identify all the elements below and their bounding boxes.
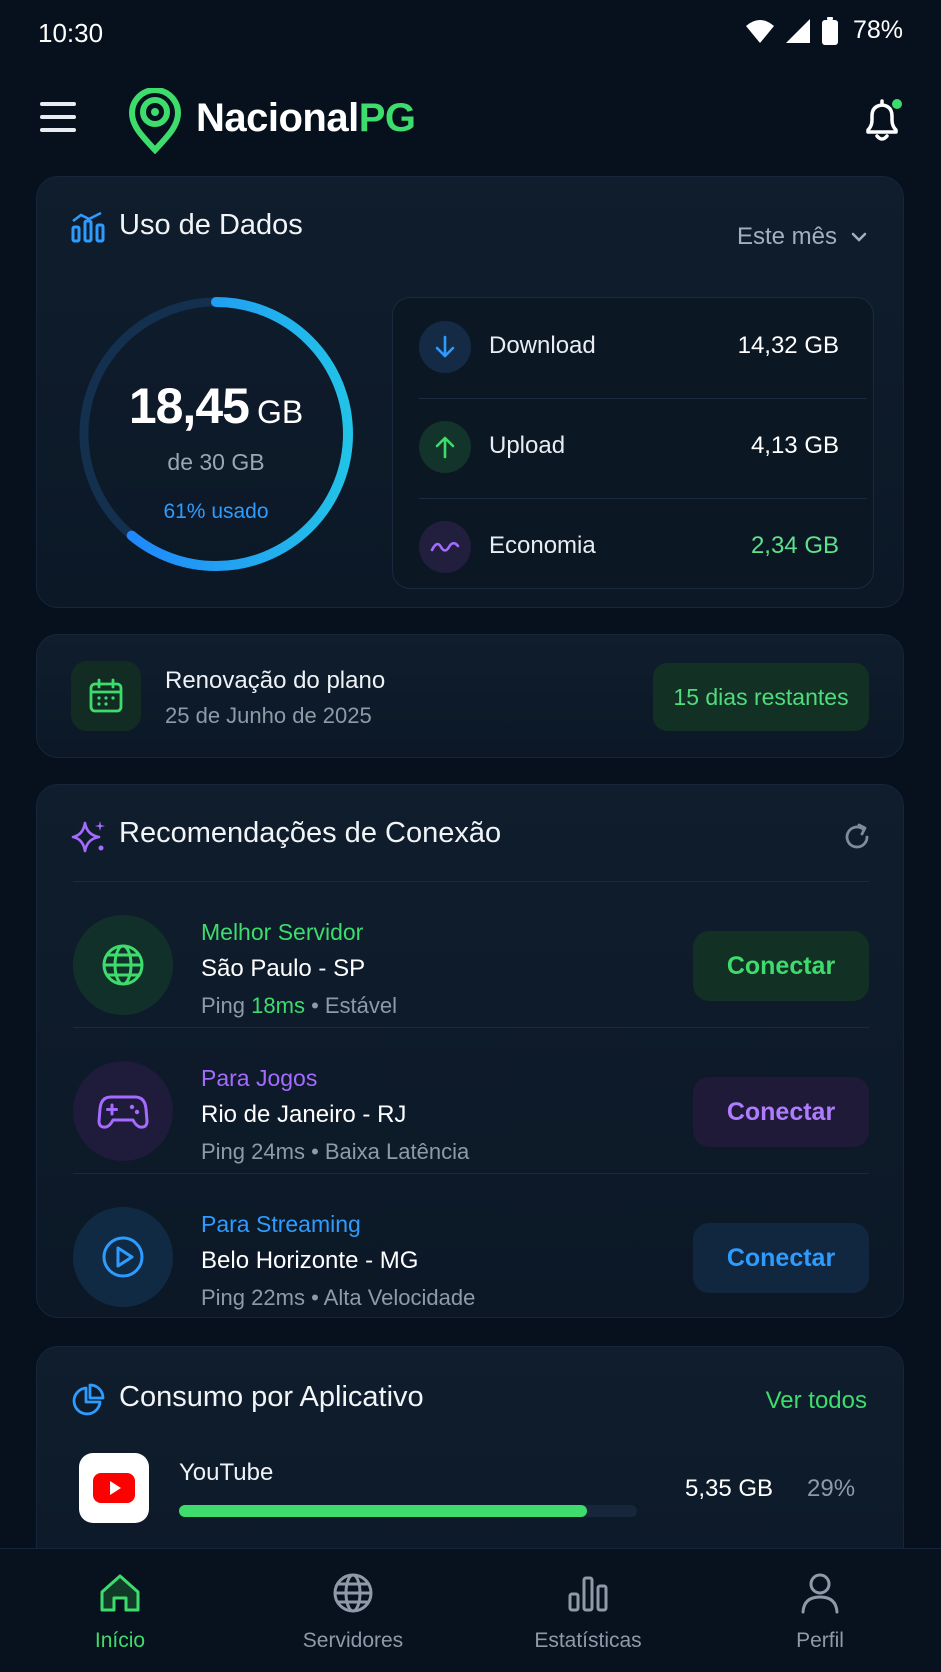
- refresh-icon[interactable]: [841, 821, 873, 853]
- download-icon: [419, 321, 471, 373]
- apps-title: Consumo por Aplicativo: [119, 1381, 424, 1413]
- status-icons: 78%: [745, 16, 903, 45]
- recommendation-meta: Ping 24ms • Baixa Latência: [201, 1139, 470, 1164]
- usage-stats-panel: Download 14,32 GB Upload 4,13 GB Economi…: [392, 297, 874, 589]
- percent-used: 61% usado: [163, 500, 269, 523]
- chevron-down-icon: [851, 232, 867, 242]
- play-icon: [73, 1207, 173, 1307]
- nav-label: Estatísticas: [534, 1629, 642, 1652]
- battery-icon: [821, 16, 838, 45]
- nav-label: Servidores: [302, 1629, 404, 1652]
- recommendation-streaming: Para Streaming Belo Horizonte - MG Ping …: [37, 1191, 905, 1335]
- user-icon: [801, 1573, 839, 1614]
- data-usage-card: Uso de Dados Este mês 18,45 GB de 30 GB 6…: [36, 176, 904, 608]
- globe-icon: [73, 915, 173, 1015]
- stat-label: Download: [489, 332, 596, 359]
- recommendation-city: São Paulo - SP: [201, 955, 366, 982]
- app-name: YouTube: [179, 1459, 274, 1486]
- gamepad-icon: [73, 1061, 173, 1161]
- stat-upload: Upload 4,13 GB: [393, 398, 875, 498]
- recommendation-category: Para Streaming: [201, 1211, 361, 1237]
- plan-renewal-card: Renovação do plano 25 de Junho de 2025 1…: [36, 634, 904, 758]
- youtube-icon: [79, 1453, 149, 1523]
- recommendation-meta: Ping 22ms • Alta Velocidade: [201, 1285, 476, 1310]
- notification-bell-icon[interactable]: [860, 98, 904, 144]
- menu-icon: [40, 102, 76, 106]
- home-icon: [100, 1574, 140, 1612]
- recommendation-category: Para Jogos: [201, 1065, 318, 1091]
- calendar-icon: [71, 661, 141, 731]
- signal-icon: [785, 18, 810, 43]
- period-dropdown[interactable]: Este mês: [737, 223, 867, 251]
- sparkle-icon: [71, 821, 105, 853]
- app-usage-bar-fill: [179, 1505, 587, 1517]
- total-amount: de 30 GB: [167, 449, 265, 475]
- stat-download: Download 14,32 GB: [393, 298, 875, 398]
- recommendation-city: Rio de Janeiro - RJ: [201, 1101, 407, 1128]
- see-all-link[interactable]: Ver todos: [766, 1387, 867, 1415]
- stat-value: 2,34 GB: [750, 532, 839, 559]
- recommendation-city: Belo Horizonte - MG: [201, 1247, 419, 1274]
- wifi-icon: [745, 19, 774, 43]
- app-percent: 29%: [807, 1475, 856, 1502]
- connection-recommendations-card: Recomendações de Conexão Melhor Servidor…: [36, 784, 904, 1318]
- location-pin-logo-icon: [128, 88, 182, 154]
- notification-dot: [892, 99, 902, 109]
- recommendation-gaming: Para Jogos Rio de Janeiro - RJ Ping 24ms…: [37, 1045, 905, 1189]
- nav-label: Início: [94, 1629, 146, 1652]
- bar-chart-icon: [568, 1576, 608, 1612]
- globe-icon: [333, 1573, 373, 1613]
- renewal-date: 25 de Junho de 2025: [165, 703, 372, 728]
- used-amount: 18,45 GB: [128, 378, 304, 434]
- nav-label: Perfil: [796, 1629, 844, 1652]
- stat-economy: Economia 2,34 GB: [393, 498, 875, 598]
- recommendation-category: Melhor Servidor: [201, 919, 364, 945]
- period-label: Este mês: [736, 223, 837, 250]
- app-bar: NacionalPG: [0, 80, 941, 160]
- battery-percent: 78%: [852, 16, 903, 44]
- connect-button[interactable]: Conectar: [693, 931, 869, 1001]
- connect-button[interactable]: Conectar: [693, 1223, 869, 1293]
- status-bar: 10:30 78%: [0, 0, 941, 68]
- connect-button[interactable]: Conectar: [693, 1077, 869, 1147]
- wave-icon: [419, 521, 471, 573]
- renewal-title: Renovação do plano: [165, 667, 386, 694]
- nav-statistics[interactable]: Estatísticas: [508, 1569, 668, 1653]
- usage-title: Uso de Dados: [119, 209, 303, 241]
- recommendation-meta: Ping 18ms • Estável: [201, 993, 398, 1018]
- recommendations-title: Recomendações de Conexão: [119, 817, 502, 849]
- app-usage-bar: [179, 1505, 637, 1517]
- app-size: 5,35 GB: [685, 1475, 774, 1502]
- menu-button[interactable]: [40, 102, 80, 138]
- pie-chart-icon: [72, 1383, 105, 1416]
- nav-profile[interactable]: Perfil: [740, 1569, 900, 1653]
- stat-value: 14,32 GB: [737, 332, 839, 359]
- stat-value: 4,13 GB: [750, 432, 839, 459]
- upload-icon: [419, 421, 471, 473]
- nav-servers[interactable]: Servidores: [273, 1569, 433, 1653]
- days-remaining-badge: 15 dias restantes: [653, 663, 869, 731]
- status-time: 10:30: [38, 18, 104, 48]
- bottom-navigation: Início Servidores Estatísticas Perfil: [0, 1548, 941, 1672]
- bar-chart-icon: [71, 211, 105, 243]
- stat-label: Economia: [489, 532, 596, 559]
- nav-home[interactable]: Início: [40, 1569, 200, 1653]
- stat-label: Upload: [489, 432, 566, 459]
- recommendation-best-server: Melhor Servidor São Paulo - SP Ping 18ms…: [37, 899, 905, 1043]
- brand-name: NacionalPG: [196, 96, 416, 140]
